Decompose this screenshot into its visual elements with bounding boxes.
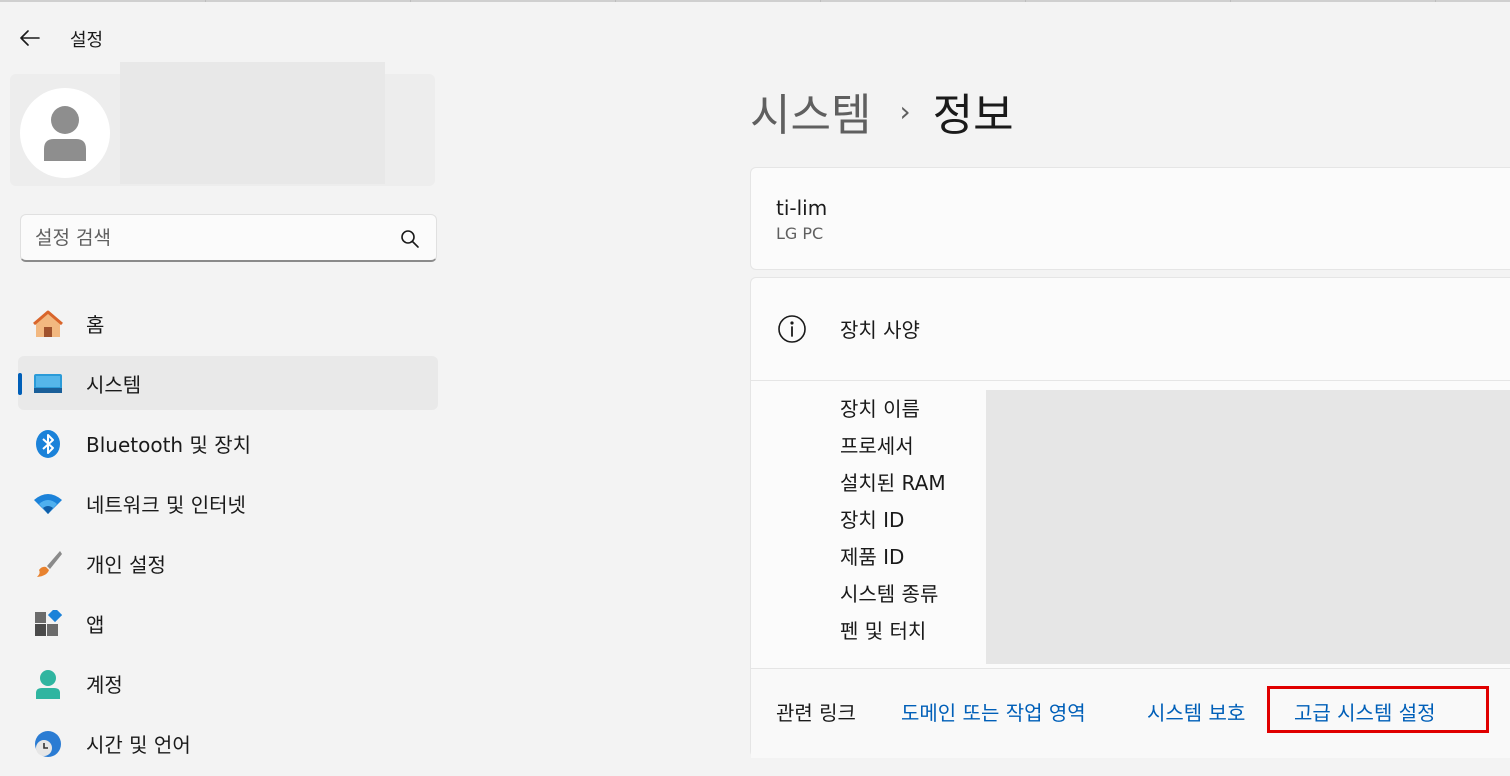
device-specs-title: 장치 사양 — [840, 318, 920, 342]
breadcrumb-separator: › — [899, 94, 911, 128]
breadcrumb: 시스템 › 정보 — [750, 78, 1014, 144]
bluetooth-icon — [32, 428, 64, 460]
spec-label-device-name: 장치 이름 — [840, 397, 920, 421]
sidebar-item-network[interactable]: 네트워크 및 인터넷 — [18, 476, 438, 530]
spec-labels: 장치 이름 프로세서 설치된 RAM 장치 ID 제품 ID 시스템 종류 펜 … — [840, 394, 946, 653]
sidebar-item-label: 계정 — [86, 672, 123, 697]
brush-icon — [32, 548, 64, 580]
selection-indicator — [18, 373, 22, 395]
system-protection-link[interactable]: 시스템 보호 — [1147, 697, 1245, 726]
sidebar-item-system[interactable]: 시스템 — [18, 356, 438, 410]
title-bar: 설정 — [0, 14, 700, 58]
redacted-spec-values — [986, 390, 1510, 664]
redacted-account-info — [120, 62, 385, 184]
spec-label-ram: 설치된 RAM — [840, 471, 946, 495]
info-icon — [778, 315, 806, 343]
spec-label-processor: 프로세서 — [840, 434, 914, 458]
spec-label-system-type: 시스템 종류 — [840, 582, 939, 606]
sidebar-item-accounts[interactable]: 계정 — [18, 656, 438, 710]
system-icon — [32, 368, 64, 400]
device-specs-header[interactable]: 장치 사양 — [751, 278, 1510, 381]
spec-label-device-id: 장치 ID — [840, 508, 905, 532]
window-border-tick — [1025, 0, 1026, 2]
wifi-icon — [32, 488, 64, 520]
sidebar-item-home[interactable]: 홈 — [18, 296, 438, 350]
device-name: ti-lim — [776, 196, 828, 220]
clock-globe-icon — [32, 728, 64, 760]
search-box[interactable] — [20, 214, 437, 262]
breadcrumb-parent[interactable]: 시스템 — [750, 79, 871, 143]
sidebar-item-bluetooth[interactable]: Bluetooth 및 장치 — [18, 416, 438, 470]
window-border-tick — [410, 0, 411, 2]
window-border-tick — [1230, 0, 1231, 2]
window-border-tick — [820, 0, 821, 2]
sidebar-item-label: 네트워크 및 인터넷 — [86, 492, 246, 517]
device-model: LG PC — [776, 224, 824, 243]
spec-label-pen-touch: 펜 및 터치 — [840, 619, 927, 643]
page-title: 정보 — [932, 90, 1014, 141]
apps-icon — [32, 608, 64, 640]
avatar[interactable] — [20, 88, 110, 178]
sidebar-item-label: 시스템 — [86, 372, 142, 397]
sidebar-item-label: 앱 — [86, 612, 105, 637]
app-title: 설정 — [70, 30, 104, 51]
sidebar-item-personalization[interactable]: 개인 설정 — [18, 536, 438, 590]
annotation-highlight-box — [1267, 686, 1489, 733]
sidebar-item-label: 개인 설정 — [86, 552, 166, 577]
search-input[interactable] — [35, 215, 395, 261]
home-icon — [32, 308, 64, 340]
person-icon — [44, 106, 86, 161]
device-specs-card: 장치 사양 장치 이름 프로세서 설치된 RAM 장치 ID 제품 ID 시스템… — [750, 277, 1510, 758]
window-border-tick — [1435, 0, 1436, 2]
user-profile[interactable] — [0, 62, 440, 188]
sidebar-item-label: 시간 및 언어 — [86, 732, 191, 757]
sidebar-nav: 홈 시스템 Bluetooth 및 장치 네트워크 및 인터넷 개인 설정 앱 … — [18, 296, 438, 776]
sidebar-item-label: 홈 — [86, 312, 105, 337]
related-links-label: 관련 링크 — [776, 701, 856, 725]
domain-workgroup-link[interactable]: 도메인 또는 작업 영역 — [901, 697, 1086, 726]
spec-label-product-id: 제품 ID — [840, 545, 905, 569]
sidebar-item-label: Bluetooth 및 장치 — [86, 432, 252, 457]
account-icon — [32, 668, 64, 700]
window-top-border — [0, 0, 1510, 2]
sidebar-item-apps[interactable]: 앱 — [18, 596, 438, 650]
window-border-tick — [615, 0, 616, 2]
back-arrow-icon — [20, 30, 40, 46]
search-icon[interactable] — [400, 229, 420, 249]
sidebar-item-time-language[interactable]: 시간 및 언어 — [18, 716, 438, 770]
window-border-tick — [205, 0, 206, 2]
device-name-card: ti-lim LG PC — [750, 167, 1510, 270]
back-button[interactable] — [14, 22, 46, 54]
